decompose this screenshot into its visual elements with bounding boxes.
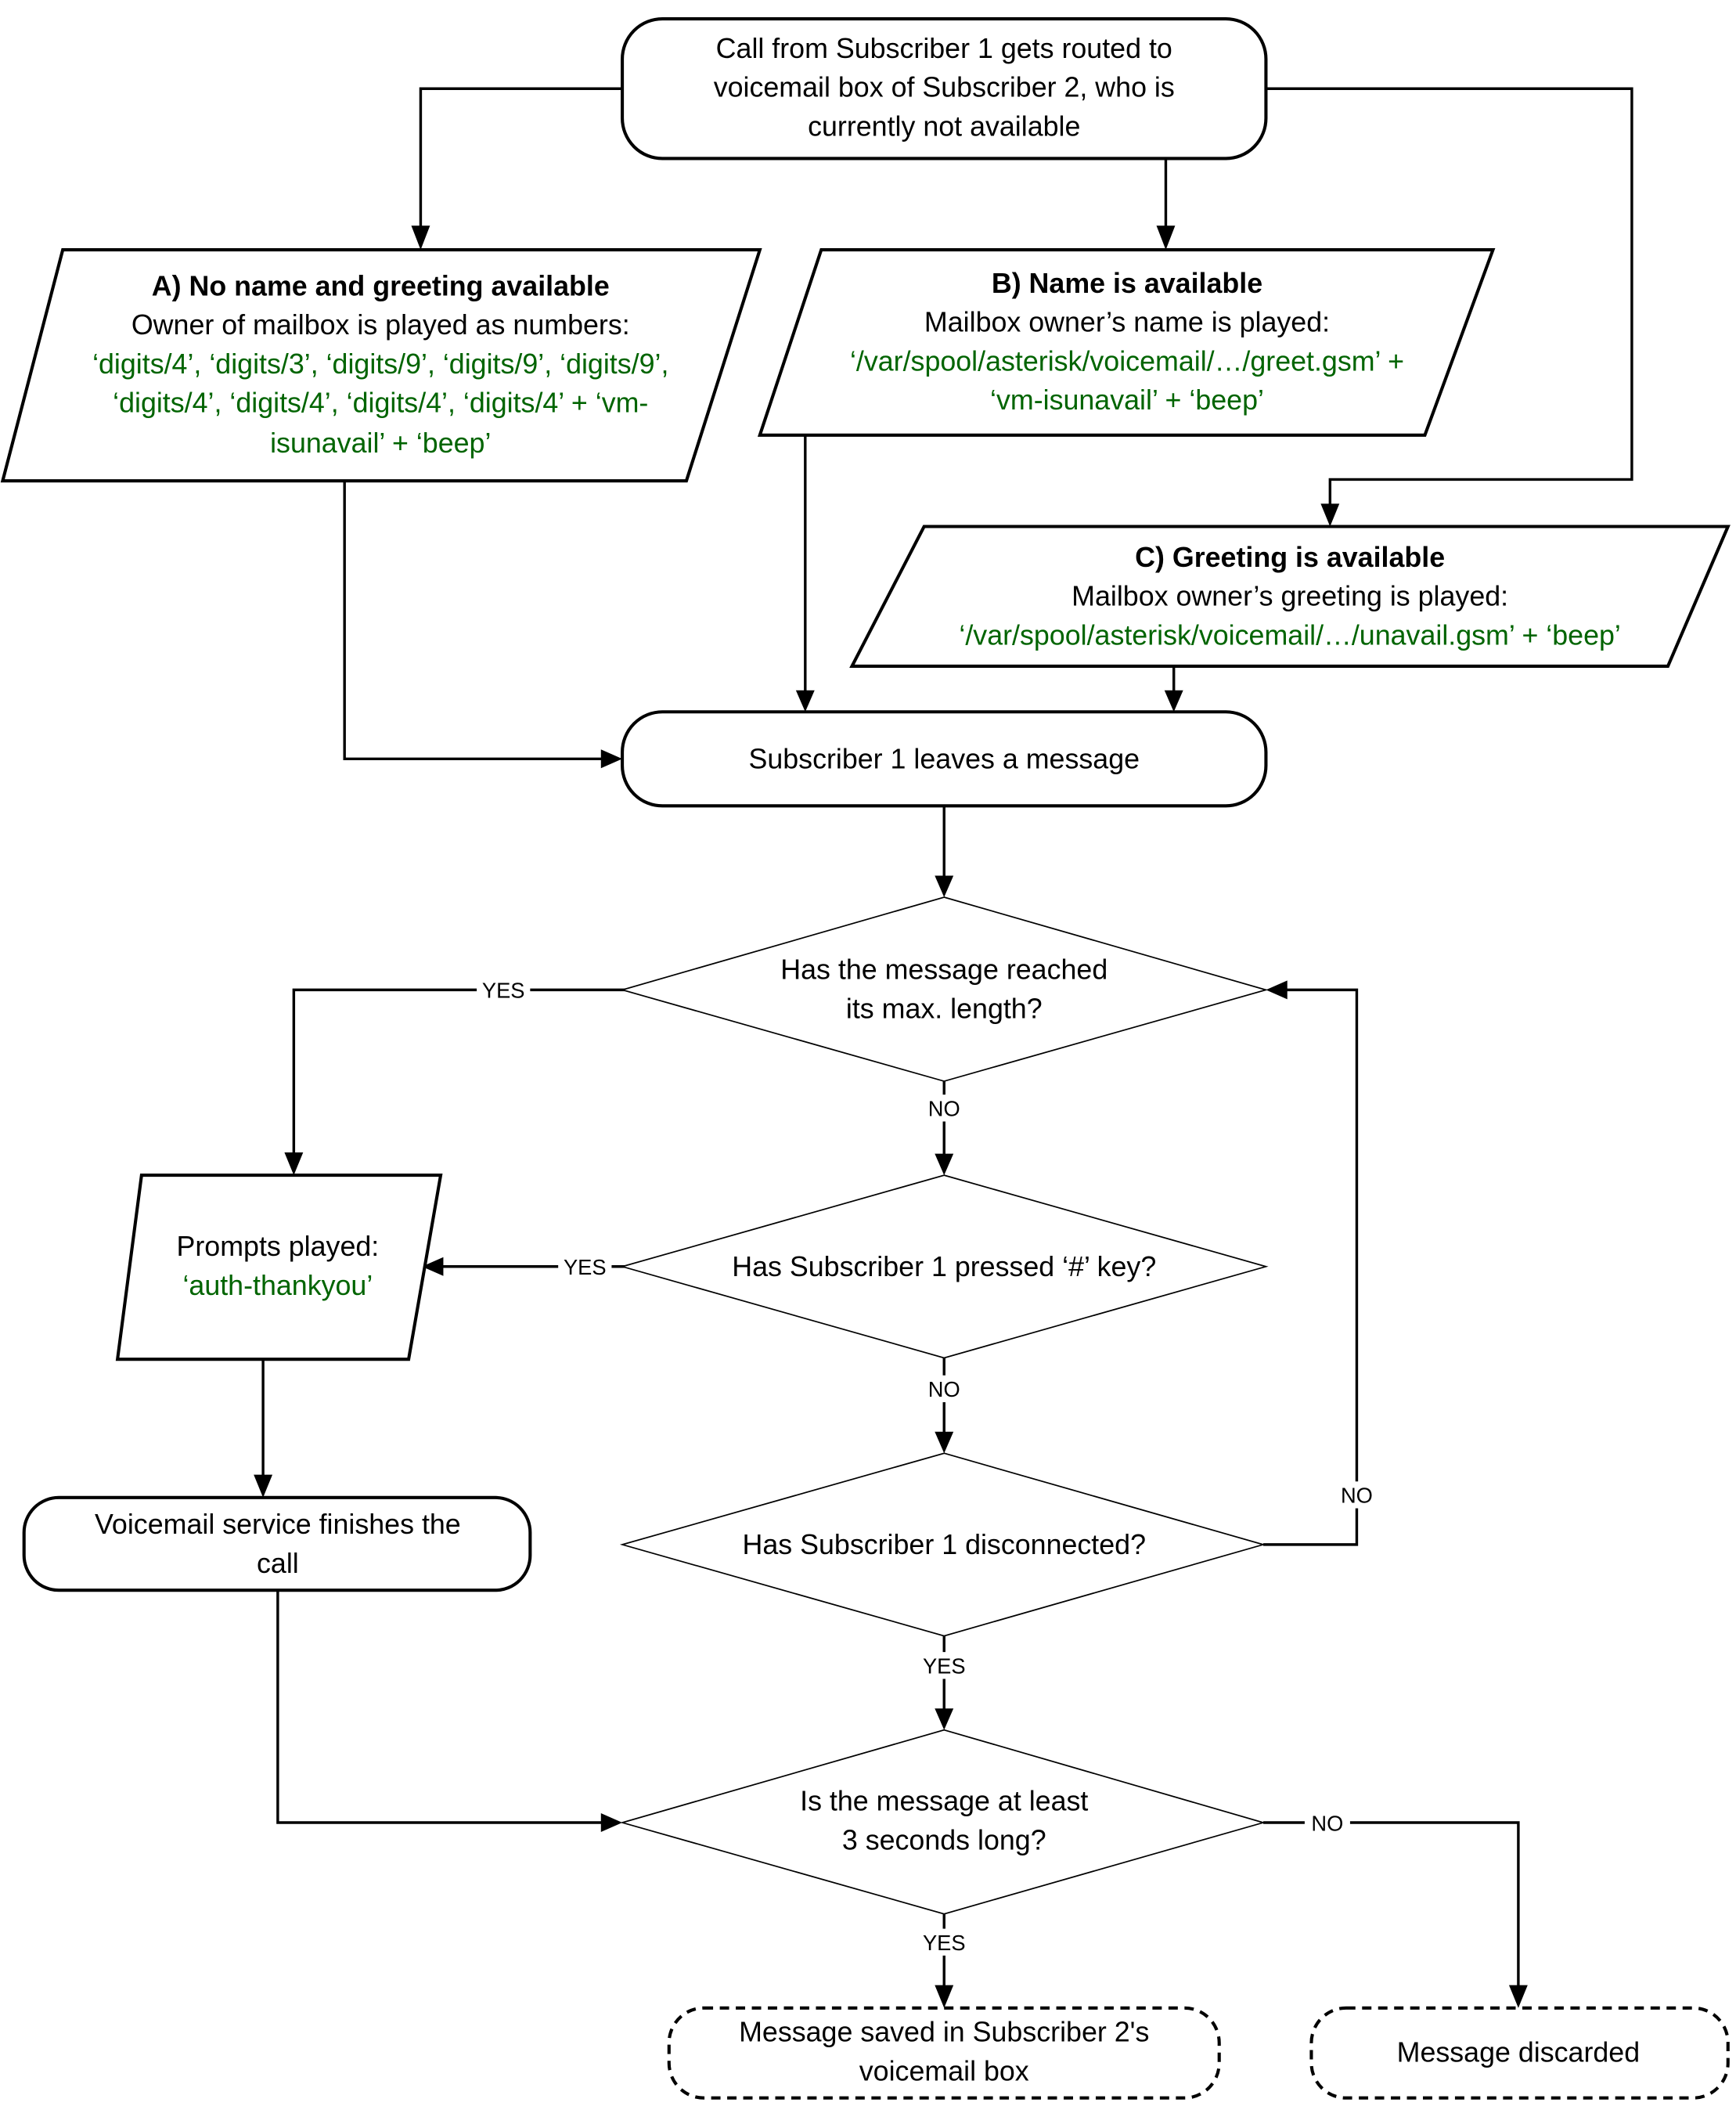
edge-start-to-a xyxy=(419,87,623,232)
prompts-played-parallelogram xyxy=(115,1174,443,1361)
node-message-discarded: Message discarded xyxy=(1309,2006,1730,2100)
q-disconnected-label: Has Subscriber 1 disconnected? xyxy=(742,1528,1146,1560)
node-case-c: C) Greeting is available Mailbox owner’s… xyxy=(849,525,1731,668)
message-discarded-label: Message discarded xyxy=(1397,2036,1641,2068)
finish-call-line-1: Voicemail service finishes the xyxy=(95,1508,461,1540)
case-c-subtitle: Mailbox owner’s greeting is played: xyxy=(1071,580,1508,612)
arrowhead-icon xyxy=(795,690,815,712)
q-min-length-line-1: Is the message at least xyxy=(800,1784,1088,1816)
node-finish-call: Voicemail service finishes the call xyxy=(22,1495,532,1592)
arrowhead-icon xyxy=(1508,1985,1528,2008)
arrowhead-icon xyxy=(935,1708,954,1730)
arrowhead-icon xyxy=(1320,503,1340,527)
case-a-title: A) No name and greeting available xyxy=(152,269,610,301)
case-a-prompt-line-2: ‘digits/4’, ‘digits/4’, ‘digits/4’, ‘dig… xyxy=(113,387,648,419)
case-c-prompt-line-1: ‘/var/spool/asterisk/voicemail/…/unavail… xyxy=(959,618,1620,651)
arrowhead-icon xyxy=(411,225,430,251)
start-line-2: voicemail box of Subscriber 2, who is xyxy=(714,70,1175,103)
label-q1-no: NO xyxy=(928,1097,960,1121)
arrowhead-icon xyxy=(1266,980,1288,1000)
q-hash-key-label: Has Subscriber 1 pressed ‘#’ key? xyxy=(732,1250,1156,1282)
arrowhead-icon xyxy=(600,749,623,769)
case-b-subtitle: Mailbox owner’s name is played: xyxy=(924,306,1330,338)
case-a-prompt-line-1: ‘digits/4’, ‘digits/3’, ‘digits/9’, ‘dig… xyxy=(92,348,668,380)
arrowhead-icon xyxy=(600,1813,623,1833)
start-line-3: currently not available xyxy=(808,110,1080,142)
arrowhead-icon xyxy=(935,875,954,897)
node-leave-message: Subscriber 1 leaves a message xyxy=(621,710,1268,808)
finish-call-line-2: call xyxy=(257,1547,299,1579)
decision-diamond xyxy=(619,896,1269,1082)
node-case-a: A) No name and greeting available Owner … xyxy=(0,248,762,483)
message-saved-line-2: voicemail box xyxy=(859,2054,1029,2086)
node-q-disconnected: Has Subscriber 1 disconnected? xyxy=(619,1452,1266,1637)
prompts-played-label: Prompts played: xyxy=(177,1230,380,1262)
node-start: Call from Subscriber 1 gets routed to vo… xyxy=(621,16,1268,160)
arrowhead-icon xyxy=(284,1152,304,1176)
node-q-max-length: Has the message reached its max. length? xyxy=(619,896,1269,1082)
label-q3-yes: YES xyxy=(923,1654,966,1679)
arrowhead-icon xyxy=(935,1985,954,2008)
edge-a-to-leave xyxy=(343,481,604,761)
case-a-subtitle: Owner of mailbox is played as numbers: xyxy=(131,308,630,341)
q-min-length-line-2: 3 seconds long? xyxy=(842,1823,1046,1855)
edge-q3-no-loop xyxy=(1263,988,1359,1546)
label-q4-yes: YES xyxy=(923,1931,966,1955)
case-a-prompt-line-3: isunavail’ + ‘beep’ xyxy=(270,427,491,459)
arrowhead-icon xyxy=(935,1431,954,1454)
voicemail-flowchart: Call from Subscriber 1 gets routed to vo… xyxy=(0,16,1731,2100)
q-max-length-line-1: Has the message reached xyxy=(780,954,1108,986)
decision-diamond xyxy=(619,1729,1266,1915)
case-b-prompt-line-2: ‘vm-isunavail’ + ‘beep’ xyxy=(990,384,1264,416)
node-case-b: B) Name is available Mailbox owner’s nam… xyxy=(757,248,1496,437)
edge-q4-no xyxy=(1263,1821,1520,1989)
node-q-hash-key: Has Subscriber 1 pressed ‘#’ key? xyxy=(619,1174,1269,1359)
arrowhead-icon xyxy=(254,1474,273,1498)
case-b-title: B) Name is available xyxy=(992,267,1262,299)
q-max-length-line-2: its max. length? xyxy=(846,992,1043,1024)
label-q2-no: NO xyxy=(928,1377,960,1401)
label-q2-yes: YES xyxy=(564,1255,607,1279)
label-q4-no: NO xyxy=(1311,1811,1343,1835)
leave-message-label: Subscriber 1 leaves a message xyxy=(748,742,1140,774)
arrowhead-icon xyxy=(935,1153,954,1176)
prompts-played-prompt: ‘auth-thankyou’ xyxy=(182,1269,373,1301)
message-saved-line-1: Message saved in Subscriber 2's xyxy=(739,2016,1149,2048)
arrowhead-icon xyxy=(1156,225,1176,251)
label-q1-yes: YES xyxy=(482,979,525,1003)
start-line-1: Call from Subscriber 1 gets routed to xyxy=(716,32,1172,64)
case-c-title: C) Greeting is available xyxy=(1135,541,1445,573)
label-q3-no: NO xyxy=(1341,1484,1373,1508)
edge-q1-yes xyxy=(292,988,625,1156)
case-b-prompt-line-1: ‘/var/spool/asterisk/voicemail/…/greet.g… xyxy=(850,344,1404,377)
arrowhead-icon xyxy=(1164,690,1183,712)
node-message-saved: Message saved in Subscriber 2's voicemai… xyxy=(667,2006,1221,2100)
node-prompts-played: Prompts played: ‘auth-thankyou’ xyxy=(115,1174,443,1361)
node-q-min-length: Is the message at least 3 seconds long? xyxy=(619,1729,1266,1915)
edge-finish-to-q4 xyxy=(276,1590,604,1824)
